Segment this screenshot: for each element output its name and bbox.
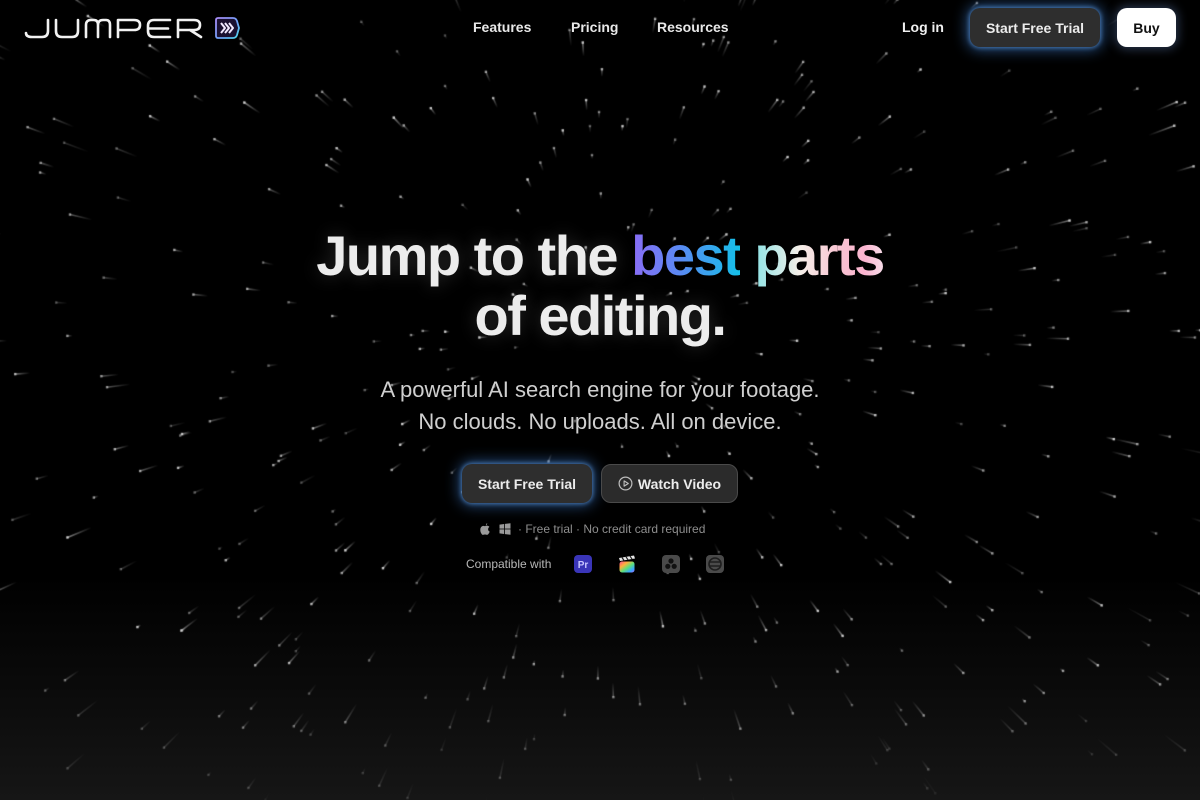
davinci-resolve-icon <box>662 555 681 573</box>
trial-note-text: · Free trial · No credit card required <box>518 522 706 536</box>
final-cut-pro-icon <box>619 555 636 573</box>
compatibility-row: Compatible with Pr <box>466 552 749 576</box>
trial-note: · Free trial · No credit card required <box>478 520 705 538</box>
hero-subtitle: A powerful AI search engine for your foo… <box>0 374 1200 438</box>
nav-link-pricing[interactable]: Pricing <box>571 19 618 35</box>
nav-link-resources[interactable]: Resources <box>657 19 729 35</box>
logo[interactable] <box>24 14 240 42</box>
logo-wordmark <box>24 18 203 39</box>
headline-highlight-parts: parts <box>754 224 885 287</box>
subtitle-line-1: A powerful AI search engine for your foo… <box>380 377 820 402</box>
editor-app-icon <box>706 555 725 573</box>
login-link[interactable]: Log in <box>902 19 944 35</box>
compatible-with-label: Compatible with <box>466 557 552 571</box>
headline-line-2: of editing. <box>474 284 727 347</box>
logo-chevron-icon <box>215 17 240 39</box>
svg-text:Pr: Pr <box>578 560 589 571</box>
play-circle-icon <box>618 476 633 491</box>
watch-video-button[interactable]: Watch Video <box>601 464 738 503</box>
cta-row: Start Free Trial Watch Video <box>0 464 1200 504</box>
nav-start-free-trial-button[interactable]: Start Free Trial <box>970 8 1100 47</box>
hero-headline: Jump to the best parts of editing. <box>0 226 1200 346</box>
top-navigation: Features Pricing Resources Log in Start … <box>0 0 1200 56</box>
hero-start-free-trial-button[interactable]: Start Free Trial <box>462 464 592 503</box>
premiere-pro-icon: Pr <box>574 555 593 573</box>
nav-buy-button[interactable]: Buy <box>1117 8 1176 47</box>
headline-text: Jump to the <box>316 224 632 287</box>
headline-highlight-best: best <box>631 224 742 287</box>
nav-link-features[interactable]: Features <box>473 19 531 35</box>
subtitle-line-2: No clouds. No uploads. All on device. <box>418 409 782 434</box>
apple-icon <box>480 523 490 535</box>
watch-video-label: Watch Video <box>637 475 722 492</box>
windows-icon <box>499 523 511 535</box>
headline-space <box>740 224 754 287</box>
